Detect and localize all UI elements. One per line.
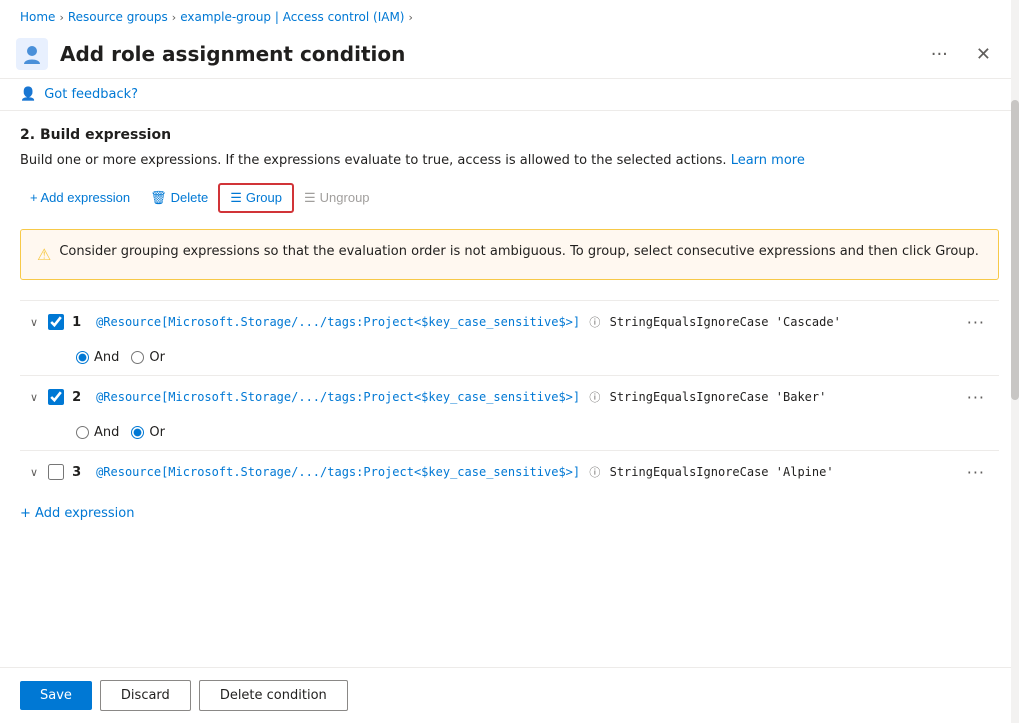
expression-text-3: @Resource[Microsoft.Storage/.../tags:Pro… <box>96 464 953 480</box>
and-radio-1[interactable] <box>76 351 89 364</box>
chevron-icon-3[interactable]: ∨ <box>28 464 40 481</box>
section-title: 2. Build expression <box>20 127 999 143</box>
warning-box: ⚠ Consider grouping expressions so that … <box>20 229 999 280</box>
delete-icon: 🗑 <box>150 190 167 206</box>
expression-checkbox-3[interactable] <box>48 464 64 480</box>
or-label-2[interactable]: Or <box>131 425 165 440</box>
expression-row-2: ∨ 2 @Resource[Microsoft.Storage/.../tags… <box>20 376 999 419</box>
scrollbar-track <box>1011 0 1019 723</box>
header-more-button[interactable]: ··· <box>923 40 956 69</box>
breadcrumb-home[interactable]: Home <box>20 10 55 24</box>
panel-footer: Save Discard Delete condition <box>0 667 1019 723</box>
or-radio-1[interactable] <box>131 351 144 364</box>
chevron-icon-1[interactable]: ∨ <box>28 314 40 331</box>
save-button[interactable]: Save <box>20 681 92 710</box>
section-description: Build one or more expressions. If the ex… <box>20 151 999 171</box>
panel-title: Add role assignment condition <box>60 42 911 66</box>
azure-role-icon <box>16 38 48 70</box>
and-or-row-1: And Or <box>20 344 999 375</box>
and-label-1[interactable]: And <box>76 350 119 365</box>
close-button[interactable]: ✕ <box>968 40 999 69</box>
info-icon-3: ⓘ <box>589 466 600 479</box>
scrollbar-thumb[interactable] <box>1011 100 1019 400</box>
expression-row-3: ∨ 3 @Resource[Microsoft.Storage/.../tags… <box>20 451 999 494</box>
feedback-bar[interactable]: 👤 Got feedback? <box>0 79 1019 111</box>
expression-text-1: @Resource[Microsoft.Storage/.../tags:Pro… <box>96 314 953 330</box>
feedback-icon: 👤 <box>20 87 36 102</box>
and-or-row-2: And Or <box>20 419 999 450</box>
feedback-label: Got feedback? <box>44 87 138 102</box>
content-area: 2. Build expression Build one or more ex… <box>0 111 1019 667</box>
expression-item-1: ∨ 1 @Resource[Microsoft.Storage/.../tags… <box>20 300 999 375</box>
expression-item-2: ∨ 2 @Resource[Microsoft.Storage/.../tags… <box>20 375 999 450</box>
add-expression-button[interactable]: + Add expression <box>20 185 140 210</box>
or-label-1[interactable]: Or <box>131 350 165 365</box>
panel-header: Add role assignment condition ··· ✕ <box>0 30 1019 79</box>
expression-number-1: 1 <box>72 315 88 330</box>
or-radio-2[interactable] <box>131 426 144 439</box>
expression-checkbox-1[interactable] <box>48 314 64 330</box>
expression-more-3[interactable]: ··· <box>961 461 991 484</box>
expression-more-1[interactable]: ··· <box>961 311 991 334</box>
expression-checkbox-2[interactable] <box>48 389 64 405</box>
info-icon-1: ⓘ <box>589 316 600 329</box>
group-icon: ☰ <box>230 190 242 206</box>
warning-icon: ⚠ <box>37 243 51 267</box>
expression-more-2[interactable]: ··· <box>961 386 991 409</box>
expression-text-2: @Resource[Microsoft.Storage/.../tags:Pro… <box>96 389 953 405</box>
expression-toolbar: + Add expression 🗑 Delete ☰ Group ☰ Ungr… <box>20 183 999 213</box>
info-icon-2: ⓘ <box>589 391 600 404</box>
learn-more-link[interactable]: Learn more <box>731 153 805 168</box>
and-label-2[interactable]: And <box>76 425 119 440</box>
ungroup-button[interactable]: ☰ Ungroup <box>294 185 380 211</box>
ungroup-icon: ☰ <box>304 190 316 206</box>
discard-button[interactable]: Discard <box>100 680 191 711</box>
breadcrumb-example-group[interactable]: example-group | Access control (IAM) <box>180 10 404 24</box>
and-radio-2[interactable] <box>76 426 89 439</box>
chevron-icon-2[interactable]: ∨ <box>28 389 40 406</box>
breadcrumb: Home › Resource groups › example-group |… <box>0 0 1019 30</box>
expression-row-1: ∨ 1 @Resource[Microsoft.Storage/.../tags… <box>20 301 999 344</box>
warning-text: Consider grouping expressions so that th… <box>59 242 979 262</box>
delete-button[interactable]: 🗑 Delete <box>140 185 218 211</box>
expression-item-3: ∨ 3 @Resource[Microsoft.Storage/.../tags… <box>20 450 999 494</box>
add-expression-link[interactable]: + Add expression <box>20 498 999 529</box>
delete-condition-button[interactable]: Delete condition <box>199 680 348 711</box>
group-button[interactable]: ☰ Group <box>220 185 292 211</box>
expression-number-2: 2 <box>72 390 88 405</box>
breadcrumb-resource-groups[interactable]: Resource groups <box>68 10 168 24</box>
expression-number-3: 3 <box>72 465 88 480</box>
expressions-list: ∨ 1 @Resource[Microsoft.Storage/.../tags… <box>20 300 999 494</box>
